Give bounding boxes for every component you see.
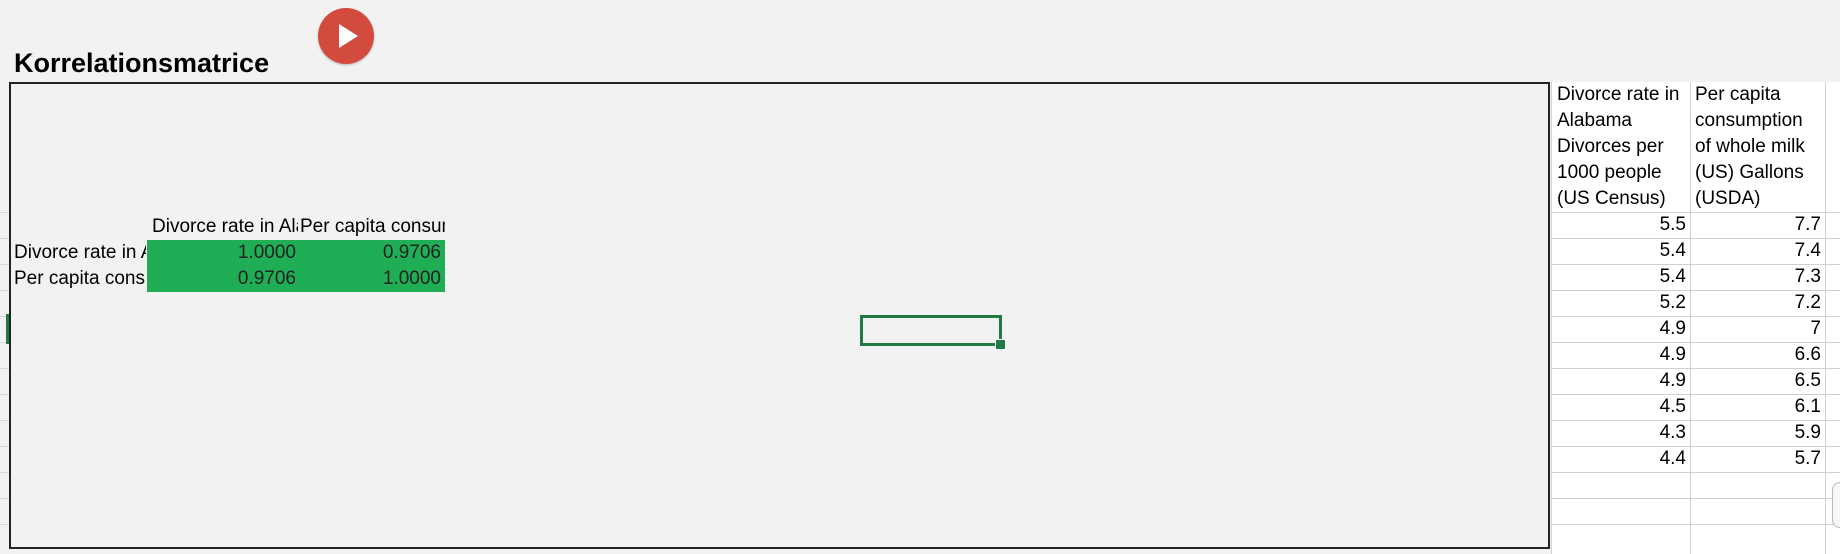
sheet-cell[interactable]: 5.5 xyxy=(1552,212,1686,238)
sheet-cell[interactable]: 4.9 xyxy=(1552,368,1686,394)
sheet-cell[interactable]: 7.4 xyxy=(1691,238,1821,264)
matrix-col-header[interactable]: Divorce rate in Alabama xyxy=(152,214,298,240)
header-line: consumption xyxy=(1695,110,1803,131)
sheet-cell[interactable]: 6.6 xyxy=(1691,342,1821,368)
sheet-cell[interactable]: 4.9 xyxy=(1552,342,1686,368)
header-line: (US) Gallons xyxy=(1695,162,1804,183)
sheet-cell[interactable]: 4.9 xyxy=(1552,316,1686,342)
header-line: (US Census) xyxy=(1557,188,1666,209)
column-divider xyxy=(1825,82,1826,554)
header-line: Alabama xyxy=(1557,110,1632,131)
sheet-header-b[interactable]: Per capita consumption of whole milk (US… xyxy=(1695,82,1823,212)
sheet-cell[interactable]: 6.1 xyxy=(1691,394,1821,420)
matrix-cell[interactable]: 0.9706 xyxy=(147,266,300,292)
sheet-cell[interactable]: 7.7 xyxy=(1691,212,1821,238)
row-gridline xyxy=(1552,524,1840,525)
sheet-cell[interactable]: 6.5 xyxy=(1691,368,1821,394)
play-button[interactable] xyxy=(318,8,374,64)
sheet-cell[interactable]: 4.3 xyxy=(1552,420,1686,446)
scrollbar-handle[interactable] xyxy=(1832,482,1840,528)
correlation-matrix-panel: Divorce rate in Alabama Per capita consu… xyxy=(9,82,1550,549)
sheet-cell[interactable]: 7.2 xyxy=(1691,290,1821,316)
sheet-cell[interactable]: 5.4 xyxy=(1552,238,1686,264)
sheet-cell[interactable]: 5.4 xyxy=(1552,264,1686,290)
row-gridline xyxy=(1552,472,1840,473)
matrix-row-label[interactable]: Divorce rate in Alabama xyxy=(14,240,146,266)
matrix-row-label[interactable]: Per capita consumption xyxy=(14,266,146,292)
matrix-cell[interactable]: 1.0000 xyxy=(147,240,300,266)
header-line: Divorces per xyxy=(1557,136,1664,157)
data-sheet: Divorce rate in Alabama Divorces per 100… xyxy=(1551,82,1840,554)
matrix-col-header[interactable]: Per capita consumption xyxy=(300,214,445,240)
header-line: (USDA) xyxy=(1695,188,1761,209)
sheet-cell[interactable]: 5.7 xyxy=(1691,446,1821,472)
matrix-cell[interactable]: 1.0000 xyxy=(300,266,445,292)
sheet-cell[interactable]: 4.4 xyxy=(1552,446,1686,472)
row-gridline xyxy=(1552,498,1840,499)
header-line: Divorce rate in xyxy=(1557,84,1680,105)
sheet-cell[interactable]: 5.2 xyxy=(1552,290,1686,316)
header-line: of whole milk xyxy=(1695,136,1805,157)
matrix-cell[interactable]: 0.9706 xyxy=(300,240,445,266)
selected-cell[interactable] xyxy=(860,315,1006,350)
sheet-cell[interactable]: 4.5 xyxy=(1552,394,1686,420)
sheet-cell[interactable]: 7 xyxy=(1691,316,1821,342)
sheet-cell[interactable]: 5.9 xyxy=(1691,420,1821,446)
sheet-cell[interactable]: 7.3 xyxy=(1691,264,1821,290)
sheet-header-a[interactable]: Divorce rate in Alabama Divorces per 100… xyxy=(1557,82,1689,212)
header-line: Per capita xyxy=(1695,84,1781,105)
header-line: 1000 people xyxy=(1557,162,1662,183)
page-title: Korrelationsmatrice xyxy=(14,48,270,78)
